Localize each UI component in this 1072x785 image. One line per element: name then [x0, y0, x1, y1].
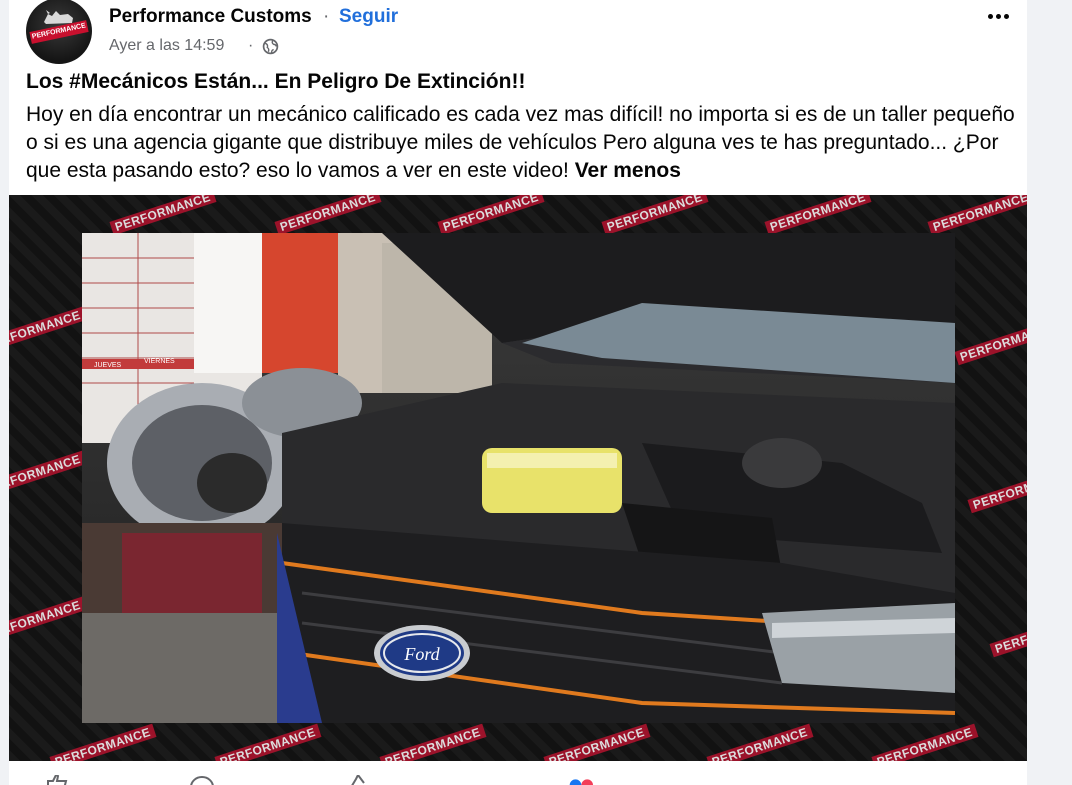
post-body: Hoy en día encontrar un mecánico calific… — [26, 101, 1016, 185]
board-label: VIERNES — [144, 358, 175, 365]
post-header: PERFORMANCE Performance Customs · Seguir… — [26, 0, 1016, 64]
share-icon[interactable] — [344, 775, 370, 785]
more-options-icon[interactable] — [981, 4, 1015, 28]
post-timestamp[interactable]: Ayer a las 14:59 — [109, 37, 224, 55]
watermark: PERFORMANCE — [764, 195, 872, 236]
post-actions-bar — [9, 761, 1027, 785]
watermark: PERFORMANCE — [9, 450, 87, 498]
board-label: JUEVES — [94, 362, 122, 369]
reactions-icon[interactable] — [569, 775, 595, 785]
watermark: PERFORMANCE — [9, 306, 87, 354]
comment-icon[interactable] — [189, 775, 215, 785]
watermark: PERFORMANCE — [9, 596, 87, 644]
watermark: PERFORMANCE — [871, 723, 979, 761]
post-body-text: Hoy en día encontrar un mecánico calific… — [26, 103, 1015, 182]
watermark: PERFORMANCE — [601, 195, 709, 236]
video-player[interactable]: PERFORMANCE PERFORMANCE PERFORMANCE PERF… — [9, 195, 1027, 761]
see-less-link[interactable]: Ver menos — [575, 159, 681, 182]
page-background-strip — [1027, 0, 1072, 785]
engine-bay-scene: JUEVES VIERNES Ford — [82, 233, 955, 723]
dot — [995, 13, 1001, 19]
watermark: PERFORMANCE — [109, 195, 217, 236]
ford-badge-text: Ford — [403, 644, 440, 664]
watermark: PERFORMANCE — [543, 723, 651, 761]
globe-icon[interactable] — [262, 38, 279, 55]
watermark: PERFORMANCE — [379, 723, 487, 761]
dot — [987, 13, 993, 19]
post-card: PERFORMANCE Performance Customs · Seguir… — [9, 0, 1027, 785]
name-separator: · — [323, 6, 330, 27]
video-frame: JUEVES VIERNES Ford — [82, 233, 955, 723]
watermark: PERFORMANCE — [214, 723, 322, 761]
watermark: PERFORMANCE — [927, 195, 1027, 236]
page-avatar[interactable]: PERFORMANCE — [26, 0, 92, 64]
follow-button[interactable]: Seguir — [339, 6, 398, 28]
like-icon[interactable] — [44, 775, 70, 785]
watermark: PERFORMANCE — [437, 195, 545, 236]
watermark: PERFORMANCE — [274, 195, 382, 236]
watermark: PERFORMANCE — [954, 318, 1027, 366]
page-name-link[interactable]: Performance Customs — [109, 6, 312, 28]
watermark: PERFORMANCE — [967, 466, 1027, 514]
dot — [1003, 13, 1009, 19]
watermark: PERFORMANCE — [706, 723, 814, 761]
timestamp-separator: · — [248, 37, 254, 54]
watermark: PERFORMANCE — [49, 723, 157, 761]
post-title: Los #Mecánicos Están... En Peligro De Ex… — [26, 70, 526, 93]
watermark: PERFORMANCE — [989, 610, 1027, 658]
